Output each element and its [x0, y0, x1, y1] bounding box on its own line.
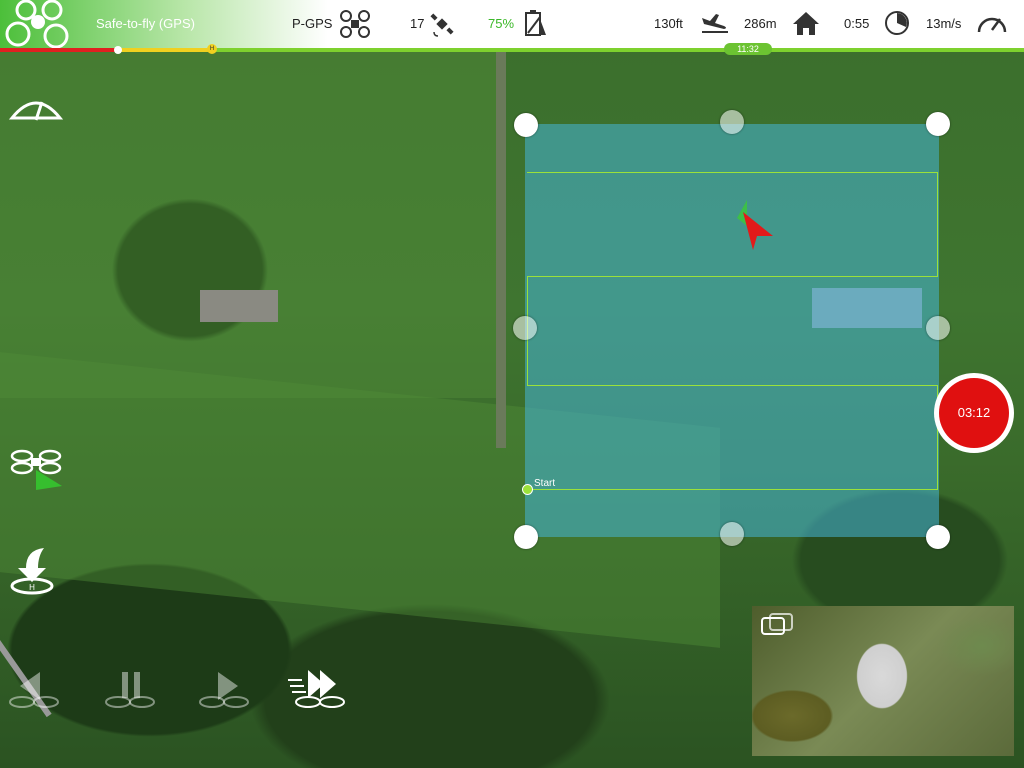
return-home-icon[interactable]: H [6, 544, 58, 596]
area-corner-handle[interactable] [514, 113, 538, 137]
start-point-label: Start [534, 478, 556, 489]
flight-path-line [527, 172, 938, 173]
altitude-value: 130ft [654, 16, 683, 31]
area-edge-handle[interactable] [720, 522, 744, 546]
drone-camera-toggle-icon[interactable] [6, 446, 66, 492]
battery-percent: 75% [488, 16, 515, 31]
wiper-toggle-icon[interactable] [8, 88, 64, 128]
area-corner-handle[interactable] [926, 525, 950, 549]
satellite-icon [430, 13, 454, 37]
camera-preview[interactable] [752, 606, 1014, 756]
area-edge-handle[interactable] [513, 316, 537, 340]
record-button[interactable]: 03:12 [934, 373, 1014, 453]
home-icon [793, 12, 819, 35]
drone-position-icon [737, 200, 773, 250]
flight-time-value: 0:55 [844, 16, 870, 31]
mission-prev-icon[interactable] [6, 668, 62, 712]
timeline-home-marker[interactable]: H [207, 44, 217, 54]
plane-landing-icon [702, 14, 728, 33]
area-corner-handle[interactable] [926, 112, 950, 136]
svg-text:H: H [29, 583, 35, 592]
timeline-segment-red [0, 48, 118, 52]
distance-value: 286m [744, 16, 777, 31]
map-building [200, 290, 278, 322]
timeline-segment-yellow [118, 48, 213, 52]
swap-view-icon[interactable] [760, 612, 794, 640]
drone-logo-icon[interactable] [4, 0, 74, 48]
timeline-time-label: 11:32 [724, 43, 772, 55]
timer-icon [885, 11, 909, 35]
flight-path-line [937, 172, 938, 276]
satellite-count: 17 [410, 16, 425, 31]
battery-icon [525, 10, 546, 36]
map-road [496, 48, 506, 448]
status-bar: Safe-to-fly (GPS) P-GPS 17 75% 130ft 286… [0, 0, 1024, 48]
flight-mode-label: P-GPS [292, 16, 333, 31]
mission-play-icon[interactable] [196, 668, 252, 712]
drone-icon [340, 10, 370, 38]
mission-fast-forward-icon[interactable] [286, 666, 348, 712]
flight-path-line [527, 276, 938, 277]
mission-pause-icon[interactable] [102, 668, 158, 712]
flight-path-line [527, 489, 938, 490]
mission-area[interactable] [525, 124, 939, 537]
flight-timeline[interactable]: H [0, 44, 1024, 54]
timeline-knob[interactable] [114, 46, 122, 54]
record-timer: 03:12 [939, 378, 1009, 448]
speedometer-icon [977, 17, 1007, 33]
area-edge-handle[interactable] [720, 110, 744, 134]
area-corner-handle[interactable] [514, 525, 538, 549]
map-field [0, 48, 500, 398]
flight-path-line [527, 385, 938, 386]
start-point-marker [522, 484, 533, 495]
speed-value: 13m/s [926, 16, 962, 31]
area-edge-handle[interactable] [926, 316, 950, 340]
safe-to-fly-label: Safe-to-fly (GPS) [96, 16, 195, 31]
